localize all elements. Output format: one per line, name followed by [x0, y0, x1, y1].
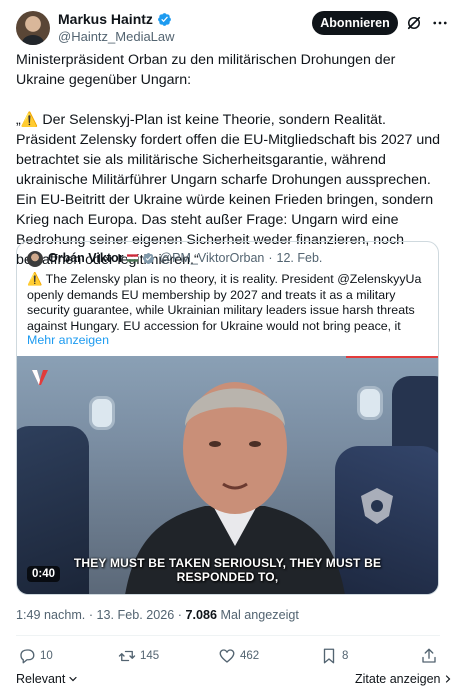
chevron-down-icon — [69, 676, 77, 682]
tweet-intro: Ministerpräsident Orban zu den militäris… — [16, 52, 400, 88]
view-quotes-link[interactable]: Zitate anzeigen — [355, 672, 454, 686]
like-icon — [219, 649, 235, 663]
quoted-tweet-header: Orbán Viktor @PM_ViktorOrban · 12. Feb. — [48, 251, 322, 265]
quoted-text-body: The Zelensky plan is no theory, it is re… — [27, 272, 422, 333]
view-quotes-label: Zitate anzeigen — [355, 672, 441, 686]
author-name-row[interactable]: Markus Haintz — [58, 11, 172, 27]
hungary-flag-icon — [127, 254, 139, 262]
reply-sort-dropdown[interactable]: Relevant — [16, 672, 79, 686]
video-player[interactable]: THEY MUST BE TAKEN SERIOUSLY, THEY MUST … — [17, 356, 438, 594]
gray-verified-badge-icon — [143, 252, 155, 264]
grok-icon[interactable] — [405, 14, 423, 32]
warning-icon: ⚠️ — [20, 112, 39, 128]
divider — [16, 635, 440, 636]
author-name[interactable]: Markus Haintz — [58, 11, 153, 27]
repost-count: 145 — [140, 650, 160, 662]
repost-icon — [118, 650, 136, 662]
meta-separator: · — [177, 608, 182, 622]
show-more-link[interactable]: Mehr anzeigen — [27, 333, 109, 347]
chevron-right-icon — [446, 675, 451, 683]
view-count: 7.086 — [185, 608, 217, 622]
quoted-warning-icon: ⚠️ — [27, 272, 43, 286]
video-duration: 0:40 — [27, 566, 61, 582]
quoted-tweet-card[interactable]: Orbán Viktor @PM_ViktorOrban · 12. Feb. … — [16, 241, 439, 595]
reply-button[interactable]: 10 — [18, 647, 53, 665]
verified-badge-icon — [158, 12, 171, 26]
quoted-date[interactable]: 12. Feb. — [277, 251, 323, 265]
reply-icon — [20, 649, 35, 664]
reply-count: 10 — [40, 650, 53, 662]
author-avatar[interactable] — [16, 11, 50, 45]
follow-button[interactable]: Abonnieren — [312, 11, 398, 35]
video-caption: THEY MUST BE TAKEN SERIOUSLY, THEY MUST … — [17, 556, 438, 584]
more-icon[interactable] — [431, 14, 449, 32]
bookmark-icon — [323, 648, 335, 664]
quoted-author-handle[interactable]: @PM_ViktorOrban — [159, 251, 264, 265]
author-handle[interactable]: @Haintz_MediaLaw — [58, 29, 175, 44]
airplane-window — [89, 396, 115, 430]
tweet-meta: 1:49 nachm. · 13. Feb. 2026 · 7.086 Mal … — [16, 608, 299, 622]
quoted-author-avatar[interactable] — [27, 251, 43, 267]
share-button[interactable] — [420, 647, 438, 665]
quoted-author-name[interactable]: Orbán Viktor — [48, 251, 123, 265]
bookmark-button[interactable]: 8 — [320, 647, 348, 665]
video-caption-line: THEY MUST BE TAKEN SERIOUSLY, THEY MUST … — [73, 556, 382, 570]
seat-emblem-icon — [361, 488, 393, 524]
bookmark-count: 8 — [342, 650, 349, 662]
share-icon — [422, 648, 436, 663]
tweet-date[interactable]: 13. Feb. 2026 — [97, 608, 175, 622]
like-count: 462 — [240, 650, 260, 662]
tweet-time[interactable]: 1:49 nachm. — [16, 608, 85, 622]
airplane-window — [357, 386, 383, 420]
video-accent-line — [346, 356, 438, 358]
like-button[interactable]: 462 — [218, 647, 259, 665]
repost-button[interactable]: 145 — [118, 647, 159, 665]
video-caption-line: RESPONDED TO, — [176, 570, 279, 584]
tweet-text: Ministerpräsident Orban zu den militäris… — [16, 50, 444, 270]
channel-logo-icon — [32, 370, 48, 385]
sort-label: Relevant — [16, 672, 66, 686]
meta-separator: · — [88, 608, 94, 622]
quoted-tweet-text: ⚠️ The Zelensky plan is no theory, it is… — [27, 272, 431, 334]
quoted-separator: · — [268, 251, 273, 265]
view-label: Mal angezeigt — [220, 608, 299, 622]
